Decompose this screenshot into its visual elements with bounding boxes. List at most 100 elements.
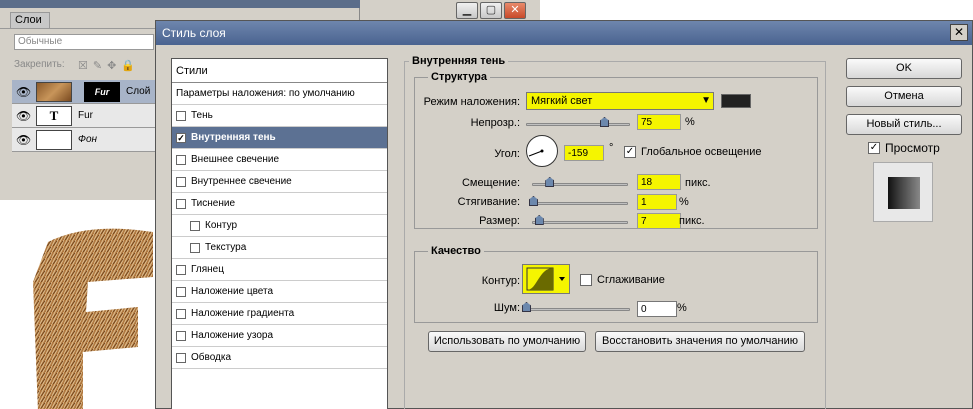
styles-item-inner-shadow[interactable]: ✓ Внутренняя тень — [172, 127, 387, 149]
styles-item-label: Тиснение — [191, 198, 236, 209]
size-label: Размер: — [479, 215, 520, 227]
angle-needle-icon — [528, 149, 544, 157]
close-icon[interactable]: ✕ — [504, 2, 526, 19]
global-light-label: Глобальное освещение — [641, 146, 762, 158]
structure-title: Структура — [428, 71, 490, 83]
checkbox[interactable]: ✓ — [624, 146, 636, 158]
window-controls: ▁ ▢ ✕ — [456, 2, 528, 19]
dialog-title: Стиль слоя — [156, 21, 972, 45]
styles-item-texture[interactable]: Текстура — [172, 237, 387, 259]
styles-item-outer-glow[interactable]: Внешнее свечение — [172, 149, 387, 171]
styles-item-label: Внутреннее свечение — [191, 176, 292, 187]
layer-thumbnail — [36, 82, 72, 102]
noise-input[interactable]: 0 — [637, 301, 677, 317]
blend-mode-label: Режим наложения: — [423, 96, 520, 108]
checkbox[interactable] — [176, 110, 186, 121]
checkbox[interactable]: ✓ — [868, 142, 880, 154]
styles-item-contour[interactable]: Контур — [172, 215, 387, 237]
cancel-button[interactable]: Отмена — [846, 86, 962, 107]
visibility-eye-icon[interactable]: 👁 — [16, 109, 31, 123]
size-input[interactable]: 7 — [637, 213, 681, 229]
contour-label: Контур: — [481, 275, 520, 287]
checkbox[interactable] — [176, 352, 186, 363]
checkbox[interactable] — [176, 154, 186, 165]
checkbox[interactable]: ✓ — [176, 132, 186, 143]
angle-label: Угол: — [494, 148, 520, 160]
style-preview — [873, 162, 933, 222]
ok-button[interactable]: OK — [846, 58, 962, 79]
checkbox[interactable] — [176, 286, 186, 297]
visibility-eye-icon[interactable]: 👁 — [16, 133, 31, 147]
styles-item-label: Внешнее свечение — [191, 154, 280, 165]
layer-name: Фон — [78, 134, 98, 145]
styles-item-pattern-overlay[interactable]: Наложение узора — [172, 325, 387, 347]
antialias-checkbox[interactable]: Сглаживание — [580, 274, 665, 286]
noise-slider-track[interactable] — [526, 308, 630, 311]
distance-input[interactable]: 18 — [637, 174, 681, 190]
layer-mask-thumbnail: Fur — [84, 82, 120, 102]
checkbox[interactable] — [176, 176, 186, 187]
checkbox[interactable] — [580, 274, 592, 286]
choke-input[interactable]: 1 — [637, 194, 677, 210]
distance-unit: пикс. — [685, 177, 711, 189]
size-slider-track[interactable] — [532, 221, 628, 224]
layer-thumbnail — [36, 130, 72, 150]
styles-item-color-overlay[interactable]: Наложение цвета — [172, 281, 387, 303]
styles-item-drop-shadow[interactable]: Тень — [172, 105, 387, 127]
layer-name: Слой — [126, 86, 151, 97]
dialog-close-icon[interactable]: ✕ — [950, 24, 968, 41]
styles-item-label: Наложение цвета — [191, 286, 274, 297]
styles-item-label: Наложение градиента — [191, 308, 295, 319]
layer-blend-select[interactable]: Обычные — [14, 34, 154, 50]
contour-picker[interactable] — [522, 264, 570, 294]
shadow-color-swatch[interactable] — [721, 94, 751, 108]
styles-item-label: Наложение узора — [191, 330, 274, 341]
lock-icons[interactable]: ☒✎✥🔒 — [78, 59, 140, 72]
styles-item-label: Текстура — [205, 242, 247, 253]
layers-titlebar — [0, 0, 360, 8]
tab-layers[interactable]: Слои — [10, 12, 50, 28]
opacity-unit: % — [685, 116, 695, 128]
chevron-down-icon: ▼ — [701, 95, 711, 106]
checkbox[interactable] — [176, 198, 186, 209]
checkbox[interactable] — [190, 220, 200, 231]
opacity-input[interactable]: 75 — [637, 114, 681, 130]
styles-item-stroke[interactable]: Обводка — [172, 347, 387, 369]
styles-item-label: Тень — [191, 110, 213, 121]
preview-checkbox[interactable]: ✓ Просмотр — [868, 141, 940, 155]
checkbox[interactable] — [176, 264, 186, 275]
contour-curve-icon — [526, 267, 565, 291]
styles-item-gradient-overlay[interactable]: Наложение градиента — [172, 303, 387, 325]
styles-item-bevel[interactable]: Тиснение — [172, 193, 387, 215]
checkbox[interactable] — [176, 330, 186, 341]
inner-shadow-title: Внутренняя тень — [409, 55, 509, 67]
styles-header[interactable]: Стили — [172, 59, 387, 83]
use-default-button[interactable]: Использовать по умолчанию — [428, 331, 586, 352]
angle-dial[interactable] — [526, 135, 558, 167]
angle-input[interactable]: -159 — [564, 145, 604, 161]
choke-label: Стягивание: — [457, 196, 520, 208]
styles-item-label: Внутренняя тень — [191, 132, 276, 143]
visibility-eye-icon[interactable]: 👁 — [16, 85, 31, 99]
maximize-icon[interactable]: ▢ — [480, 2, 502, 19]
preview-label: Просмотр — [885, 141, 940, 155]
checkbox[interactable] — [176, 308, 186, 319]
lock-label: Закрепить: — [14, 59, 65, 70]
opacity-slider-track[interactable] — [526, 123, 630, 126]
styles-item-inner-glow[interactable]: Внутреннее свечение — [172, 171, 387, 193]
minimize-icon[interactable]: ▁ — [456, 2, 478, 19]
choke-slider-track[interactable] — [532, 202, 628, 205]
checkbox[interactable] — [190, 242, 200, 253]
new-style-button[interactable]: Новый стиль... — [846, 114, 962, 135]
angle-unit: ° — [609, 142, 614, 154]
blend-mode-select[interactable]: Мягкий свет ▼ — [526, 92, 714, 110]
styles-item-label: Параметры наложения: по умолчанию — [176, 88, 355, 99]
styles-list: Стили Параметры наложения: по умолчанию … — [171, 58, 388, 409]
styles-item-satin[interactable]: Глянец — [172, 259, 387, 281]
layer-style-dialog: Стиль слоя ✕ Стили Параметры наложения: … — [155, 20, 973, 409]
global-light-checkbox[interactable]: ✓ Глобальное освещение — [624, 146, 762, 158]
styles-item-blending-options[interactable]: Параметры наложения: по умолчанию — [172, 83, 387, 105]
distance-label: Смещение: — [461, 177, 520, 189]
reset-default-button[interactable]: Восстановить значения по умолчанию — [595, 331, 805, 352]
choke-unit: % — [679, 196, 689, 208]
